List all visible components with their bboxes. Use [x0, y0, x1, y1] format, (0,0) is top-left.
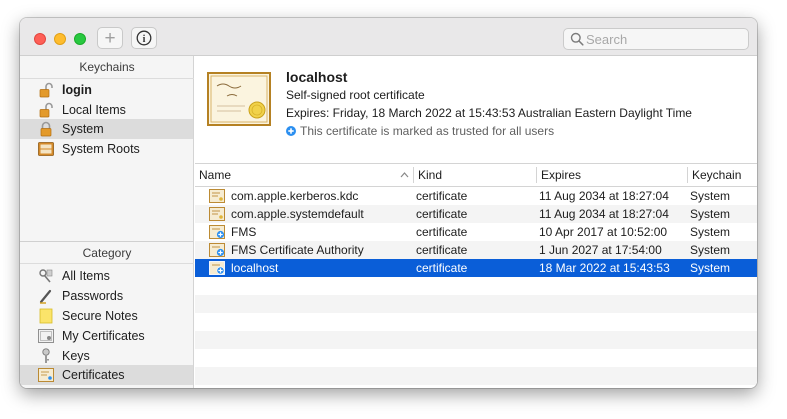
column-header-name[interactable]: Name: [195, 164, 413, 186]
row-expires: 18 Mar 2022 at 15:43:53: [539, 261, 670, 275]
empty-row: [195, 313, 757, 331]
row-keychain: System: [690, 261, 731, 275]
keychain-access-window: + i Keychains login: [20, 18, 757, 388]
sidebar-item-system[interactable]: System: [20, 119, 193, 139]
svg-text:i: i: [143, 34, 146, 45]
sidebar-item-label: Certificates: [62, 368, 125, 382]
detail-title: localhost: [286, 69, 348, 85]
row-keychain: System: [690, 207, 731, 221]
sidebar-item-label: System Roots: [62, 142, 140, 156]
table-row[interactable]: FMS certificate 10 Apr 2017 at 10:52:00 …: [195, 223, 757, 241]
row-name: FMS: [231, 225, 257, 239]
certificates-table: Name Kind Expires Keychain com.apple.ker…: [195, 163, 757, 388]
detail-expires: Expires: Friday, 18 March 2022 at 15:43:…: [286, 106, 692, 120]
minimize-window-button[interactable]: [54, 33, 66, 45]
zoom-window-button[interactable]: [74, 33, 86, 45]
row-expires: 10 Apr 2017 at 10:52:00: [539, 225, 668, 239]
lock-open-icon: [38, 102, 54, 118]
key-icon: [38, 348, 54, 364]
sidebar-item-label: Secure Notes: [62, 309, 138, 323]
row-name: FMS Certificate Authority: [231, 243, 364, 257]
empty-row: [195, 349, 757, 367]
cabinet-icon: [38, 141, 54, 157]
column-header-kind[interactable]: Kind: [414, 164, 536, 186]
all-items-icon: [38, 268, 54, 284]
trust-text: This certificate is marked as trusted fo…: [300, 124, 555, 138]
pen-icon: [38, 288, 54, 304]
keychains-header: Keychains: [20, 56, 194, 79]
info-button[interactable]: i: [131, 27, 157, 49]
lock-closed-icon: [38, 121, 54, 137]
sidebar-item-system-roots[interactable]: System Roots: [20, 139, 193, 159]
sidebar: Keychains login Local Items System Syste…: [20, 56, 194, 388]
trusted-certificate-icon: [209, 225, 225, 239]
info-icon: i: [136, 30, 152, 46]
title-bar: + i: [20, 18, 757, 56]
row-kind: certificate: [416, 207, 468, 221]
trusted-certificate-icon: [209, 243, 225, 257]
certificate-icon: [38, 367, 54, 383]
search-input[interactable]: [586, 29, 744, 49]
sidebar-item-keys[interactable]: Keys: [20, 346, 193, 366]
lock-open-icon: [38, 82, 54, 98]
table-row-selected[interactable]: localhost certificate 18 Mar 2022 at 15:…: [195, 259, 757, 277]
row-keychain: System: [690, 189, 731, 203]
sidebar-item-label: System: [62, 122, 104, 136]
sidebar-item-passwords[interactable]: Passwords: [20, 286, 193, 306]
sidebar-item-all-items[interactable]: All Items: [20, 266, 193, 286]
trusted-certificate-icon: [209, 261, 225, 275]
row-name: com.apple.kerberos.kdc: [231, 189, 359, 203]
certificate-icon: [209, 189, 225, 203]
sidebar-item-my-certificates[interactable]: My Certificates: [20, 326, 193, 346]
column-header-keychain[interactable]: Keychain: [688, 164, 757, 186]
sidebar-item-label: Passwords: [62, 289, 124, 303]
row-keychain: System: [690, 225, 731, 239]
certificate-large-icon: [207, 72, 271, 126]
sidebar-item-label: All Items: [62, 269, 110, 283]
table-row[interactable]: com.apple.systemdefault certificate 11 A…: [195, 205, 757, 223]
note-icon: [38, 308, 54, 324]
trusted-plus-icon: [286, 126, 296, 136]
row-name: com.apple.systemdefault: [231, 207, 364, 221]
add-item-button[interactable]: +: [97, 27, 123, 49]
column-header-expires[interactable]: Expires: [537, 164, 687, 186]
search-icon: [570, 32, 584, 46]
sidebar-item-local-items[interactable]: Local Items: [20, 100, 193, 120]
empty-row: [195, 367, 757, 385]
empty-row: [195, 277, 757, 295]
row-keychain: System: [690, 243, 731, 257]
close-window-button[interactable]: [34, 33, 46, 45]
sort-ascending-icon: [400, 172, 409, 178]
row-kind: certificate: [416, 243, 468, 257]
sidebar-item-label: Local Items: [62, 103, 126, 117]
row-expires: 11 Aug 2034 at 18:27:04: [539, 207, 669, 221]
row-expires: 11 Aug 2034 at 18:27:04: [539, 189, 669, 203]
sidebar-item-certificates[interactable]: Certificates: [20, 365, 193, 385]
plus-icon: +: [104, 27, 116, 49]
sidebar-item-secure-notes[interactable]: Secure Notes: [20, 306, 193, 326]
table-header: Name Kind Expires Keychain: [195, 163, 757, 187]
main-pane: localhost Self-signed root certificate E…: [195, 56, 757, 388]
sidebar-item-label: Keys: [62, 349, 90, 363]
category-header: Category: [20, 241, 194, 264]
table-row[interactable]: FMS Certificate Authority certificate 1 …: [195, 241, 757, 259]
detail-subtitle: Self-signed root certificate: [286, 88, 425, 102]
row-kind: certificate: [416, 225, 468, 239]
search-field[interactable]: [563, 28, 749, 50]
row-expires: 1 Jun 2027 at 17:54:00: [539, 243, 662, 257]
row-kind: certificate: [416, 189, 468, 203]
trust-status: This certificate is marked as trusted fo…: [286, 124, 554, 138]
certificate-icon: [209, 207, 225, 221]
sidebar-item-label: My Certificates: [62, 329, 145, 343]
empty-row: [195, 295, 757, 313]
empty-row: [195, 331, 757, 349]
sidebar-item-login[interactable]: login: [20, 80, 193, 100]
my-certificate-icon: [38, 328, 54, 344]
row-name: localhost: [231, 261, 279, 275]
table-row[interactable]: com.apple.kerberos.kdc certificate 11 Au…: [195, 187, 757, 205]
sidebar-item-label: login: [62, 83, 92, 97]
row-kind: certificate: [416, 261, 468, 275]
